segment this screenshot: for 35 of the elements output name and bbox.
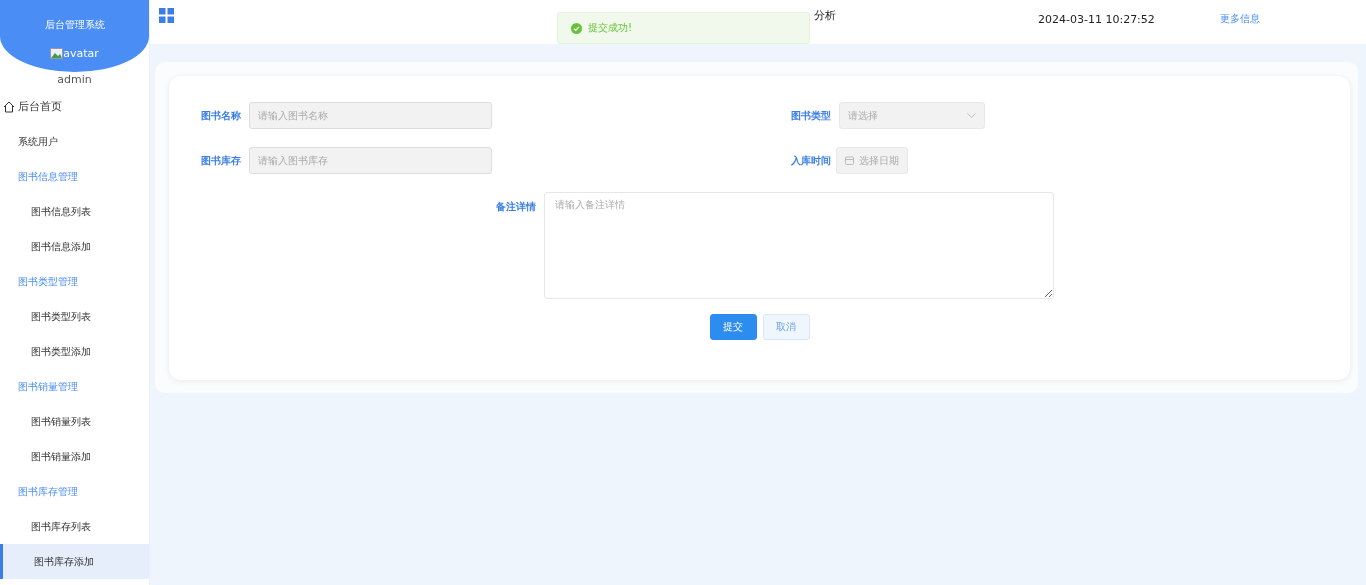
field-label: 图书库存 xyxy=(200,153,241,168)
avatar-image: avatar xyxy=(50,47,99,60)
menu-item[interactable]: 图书信息添加 xyxy=(0,229,149,264)
menu-item[interactable]: 图书库存添加 xyxy=(0,544,149,579)
menu-item[interactable]: 图书类型管理 xyxy=(0,264,149,299)
username: admin xyxy=(57,73,92,86)
field-label: 入库时间 xyxy=(790,153,831,168)
menu-item[interactable]: 图书类型列表 xyxy=(0,299,149,334)
toast-message: 提交成功! xyxy=(588,21,632,35)
chevron-down-icon xyxy=(967,113,976,118)
more-info-link[interactable]: 更多信息 xyxy=(1219,12,1260,26)
grid-menu-icon[interactable] xyxy=(159,8,174,23)
input-field[interactable]: 请输入图书名称 xyxy=(249,102,492,129)
menu-item[interactable]: 系统用户 xyxy=(0,124,149,159)
menu-item[interactable]: 图书销量管理 xyxy=(0,369,149,404)
check-circle-icon xyxy=(571,22,582,34)
menu-item[interactable]: 图书库存列表 xyxy=(0,509,149,544)
broken-image-icon xyxy=(50,48,64,59)
menu-item[interactable]: 图书销量列表 xyxy=(0,404,149,439)
calendar-icon xyxy=(845,156,854,165)
menu-item[interactable]: 图书信息管理 xyxy=(0,159,149,194)
menu-item[interactable]: 图书销量添加 xyxy=(0,439,149,474)
page-title: 分析 xyxy=(814,8,836,23)
input-field[interactable]: 请输入图书库存 xyxy=(249,147,492,174)
field-label: 图书类型 xyxy=(790,108,831,123)
menu-item[interactable]: 图书库存管理 xyxy=(0,474,149,509)
menu-item[interactable]: 后台首页 xyxy=(0,89,149,124)
home-icon xyxy=(3,100,15,113)
menu-item[interactable]: 图书类型添加 xyxy=(0,334,149,369)
menu-item[interactable]: 图书信息列表 xyxy=(0,194,149,229)
date-time: 2024-03-11 10:27:52 xyxy=(1038,13,1155,26)
textarea-field[interactable]: 请输入备注详情 xyxy=(544,192,1054,299)
field-label: 图书名称 xyxy=(200,108,241,123)
system-title: 后台管理系统 xyxy=(44,18,105,32)
field-label: 备注详情 xyxy=(495,200,536,214)
